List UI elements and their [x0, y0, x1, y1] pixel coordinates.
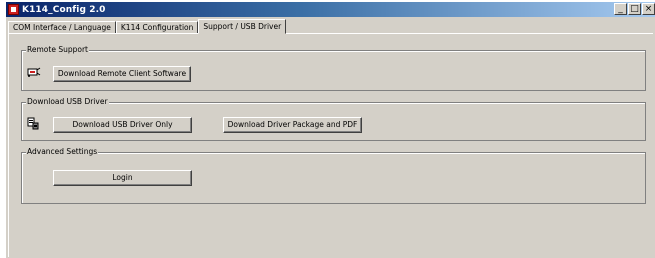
tab-panel: Remote Support Download Remote Client So… — [8, 33, 653, 257]
window-title: K114_Config 2.0 — [22, 4, 106, 15]
title-bar[interactable]: K114_Config 2.0 _ □ × — [6, 2, 655, 17]
tab-support-usb-driver[interactable]: Support / USB Driver — [198, 19, 287, 34]
remote-support-group: Remote Support Download Remote Client So… — [21, 45, 646, 91]
app-window: K114_Config 2.0 _ □ × COM Interface / La… — [6, 2, 655, 258]
close-button[interactable]: × — [642, 3, 655, 15]
window-controls: _ □ × — [614, 3, 655, 15]
minimize-button[interactable]: _ — [614, 3, 627, 15]
remote-support-label: Remote Support — [26, 45, 89, 55]
usb-driver-group: Download USB Driver Download USB Driver … — [21, 97, 646, 141]
usb-driver-label: Download USB Driver — [26, 97, 109, 107]
download-remote-client-button[interactable]: Download Remote Client Software — [53, 66, 191, 82]
tab-bar: COM Interface / Language K114 Configurat… — [8, 19, 287, 34]
download-usb-driver-only-button[interactable]: Download USB Driver Only — [53, 117, 192, 133]
download-driver-package-button[interactable]: Download Driver Package and PDF — [223, 117, 362, 133]
advanced-settings-label: Advanced Settings — [26, 147, 99, 157]
app-icon — [8, 4, 19, 15]
maximize-button[interactable]: □ — [628, 3, 641, 15]
remote-connection-icon — [27, 67, 41, 77]
usb-driver-icon — [27, 117, 39, 130]
login-button[interactable]: Login — [53, 170, 192, 186]
advanced-settings-group: Advanced Settings Login — [21, 147, 646, 204]
